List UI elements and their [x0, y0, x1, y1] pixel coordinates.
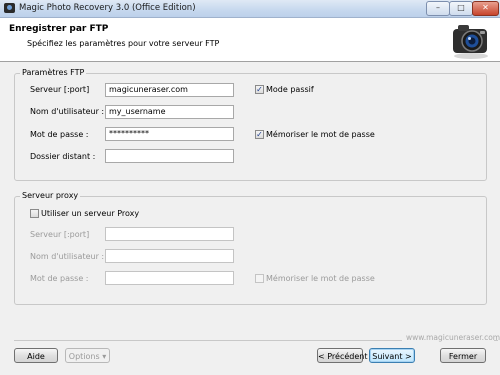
use-proxy-checkbox[interactable]	[30, 209, 39, 218]
camera-icon	[453, 25, 488, 59]
wizard-header: Enregistrer par FTP Spécifiez les paramè…	[0, 18, 500, 62]
proxy-server-label: Serveur [:port]	[30, 230, 90, 239]
ftp-settings-legend: Paramètres FTP	[20, 68, 87, 77]
footer-divider-end	[494, 340, 498, 341]
ftp-remote-folder-input[interactable]	[105, 149, 234, 163]
options-dropdown-button[interactable]: Options ▾	[65, 348, 110, 363]
ftp-username-input[interactable]: my_username	[105, 105, 234, 119]
ftp-remember-password-label: Mémoriser le mot de passe	[266, 130, 375, 139]
footer-divider	[14, 340, 402, 341]
minimize-button[interactable]: –	[426, 1, 450, 16]
ftp-remote-folder-label: Dossier distant :	[30, 152, 96, 161]
maximize-button[interactable]: □	[449, 1, 473, 16]
page-subtitle: Spécifiez les paramètres pour votre serv…	[27, 39, 220, 48]
ftp-server-label: Serveur [:port]	[30, 85, 90, 94]
close-button[interactable]: Fermer	[440, 348, 486, 363]
brand-url: www.magicuneraser.com	[406, 333, 500, 342]
proxy-password-input[interactable]	[105, 271, 234, 285]
ftp-username-label: Nom d'utilisateur :	[30, 107, 105, 116]
proxy-remember-password-checkbox[interactable]	[255, 274, 264, 283]
ftp-remember-password-checkbox[interactable]: ✓	[255, 130, 264, 139]
ftp-server-input[interactable]: magicuneraser.com	[105, 83, 234, 97]
help-button[interactable]: Aide	[14, 348, 58, 363]
passive-mode-checkbox[interactable]: ✓	[255, 85, 264, 94]
passive-mode-label: Mode passif	[266, 85, 314, 94]
page-title: Enregistrer par FTP	[9, 24, 109, 34]
app-camera-icon	[4, 3, 15, 13]
ftp-password-label: Mot de passe :	[30, 130, 89, 139]
proxy-username-label: Nom d'utilisateur :	[30, 252, 105, 261]
title-bar[interactable]: Magic Photo Recovery 3.0 (Office Edition…	[0, 0, 500, 18]
window-title: Magic Photo Recovery 3.0 (Office Edition…	[19, 3, 196, 13]
ftp-password-input[interactable]: **********	[105, 127, 234, 141]
close-window-button[interactable]: ✕	[472, 1, 499, 16]
proxy-remember-password-label: Mémoriser le mot de passe	[266, 274, 375, 283]
previous-button[interactable]: < Précédent	[317, 348, 368, 363]
proxy-username-input[interactable]	[105, 249, 234, 263]
proxy-server-input[interactable]	[105, 227, 234, 241]
next-button[interactable]: Suivant >	[369, 348, 415, 363]
proxy-server-legend: Serveur proxy	[20, 191, 81, 200]
use-proxy-label: Utiliser un serveur Proxy	[41, 209, 140, 218]
proxy-password-label: Mot de passe :	[30, 274, 89, 283]
